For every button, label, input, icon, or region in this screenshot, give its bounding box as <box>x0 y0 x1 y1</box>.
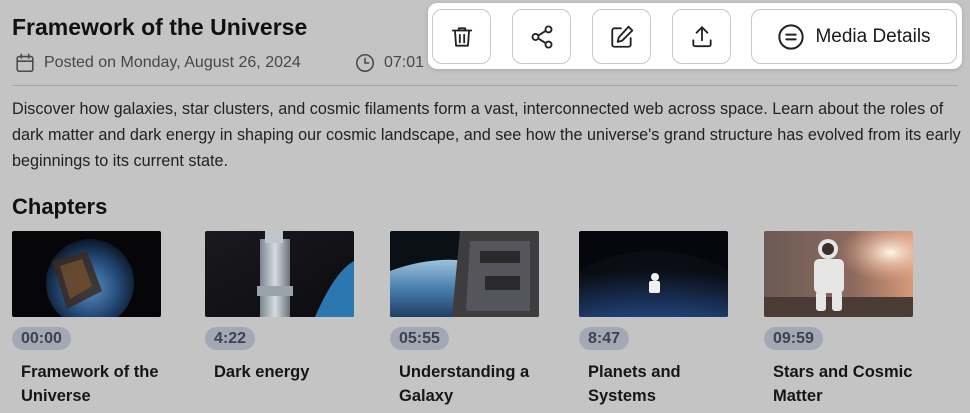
chapter-thumbnail[interactable] <box>579 231 728 317</box>
chapter-timestamp[interactable]: 09:59 <box>764 327 823 350</box>
share-button[interactable] <box>512 9 571 64</box>
chapter-card[interactable]: 05:55 Understanding a Galaxy <box>390 231 550 408</box>
chapter-title[interactable]: Planets and Systems <box>588 360 739 408</box>
trash-icon <box>449 24 475 50</box>
edit-button[interactable] <box>592 9 651 64</box>
chapter-timestamp[interactable]: 05:55 <box>390 327 449 350</box>
chapter-title[interactable]: Stars and Cosmic Matter <box>773 360 924 408</box>
chapter-thumbnail[interactable] <box>390 231 539 317</box>
chapter-thumbnail[interactable] <box>12 231 161 317</box>
chapter-card[interactable]: 00:00 Framework of the Universe <box>12 231 172 408</box>
post-time-text: 07:01 <box>384 54 425 71</box>
chapter-title[interactable]: Dark energy <box>214 360 365 384</box>
edit-icon <box>609 24 635 50</box>
chapter-card[interactable]: 8:47 Planets and Systems <box>579 231 739 408</box>
page-title: Framework of the Universe <box>12 14 308 40</box>
post-time: 07:01 <box>354 52 424 74</box>
media-details-button[interactable]: Media Details <box>751 9 957 64</box>
chapter-timestamp[interactable]: 00:00 <box>12 327 71 350</box>
upload-button[interactable] <box>672 9 731 64</box>
chapter-thumbnail[interactable] <box>764 231 913 317</box>
divider <box>12 85 958 86</box>
chapter-card[interactable]: 4:22 Dark energy <box>205 231 365 384</box>
chapter-title[interactable]: Framework of the Universe <box>21 360 172 408</box>
media-details-label: Media Details <box>815 25 931 47</box>
chapter-thumbnail[interactable] <box>205 231 354 317</box>
chapter-title[interactable]: Understanding a Galaxy <box>399 360 550 408</box>
delete-button[interactable] <box>432 9 491 64</box>
chapters-heading: Chapters <box>12 194 108 219</box>
posted-date-text: Posted on Monday, August 26, 2024 <box>44 54 301 71</box>
calendar-icon <box>14 52 36 74</box>
share-icon <box>529 24 555 50</box>
chapter-card[interactable]: 09:59 Stars and Cosmic Matter <box>764 231 924 408</box>
chapter-timestamp[interactable]: 8:47 <box>579 327 630 350</box>
equals-icon <box>777 23 805 51</box>
clock-icon <box>354 52 376 74</box>
chapter-timestamp[interactable]: 4:22 <box>205 327 256 350</box>
posted-date: Posted on Monday, August 26, 2024 <box>14 52 301 74</box>
upload-icon <box>689 24 715 50</box>
media-action-toolbar: Media Details <box>428 3 962 69</box>
description: Discover how galaxies, star clusters, an… <box>12 100 961 170</box>
